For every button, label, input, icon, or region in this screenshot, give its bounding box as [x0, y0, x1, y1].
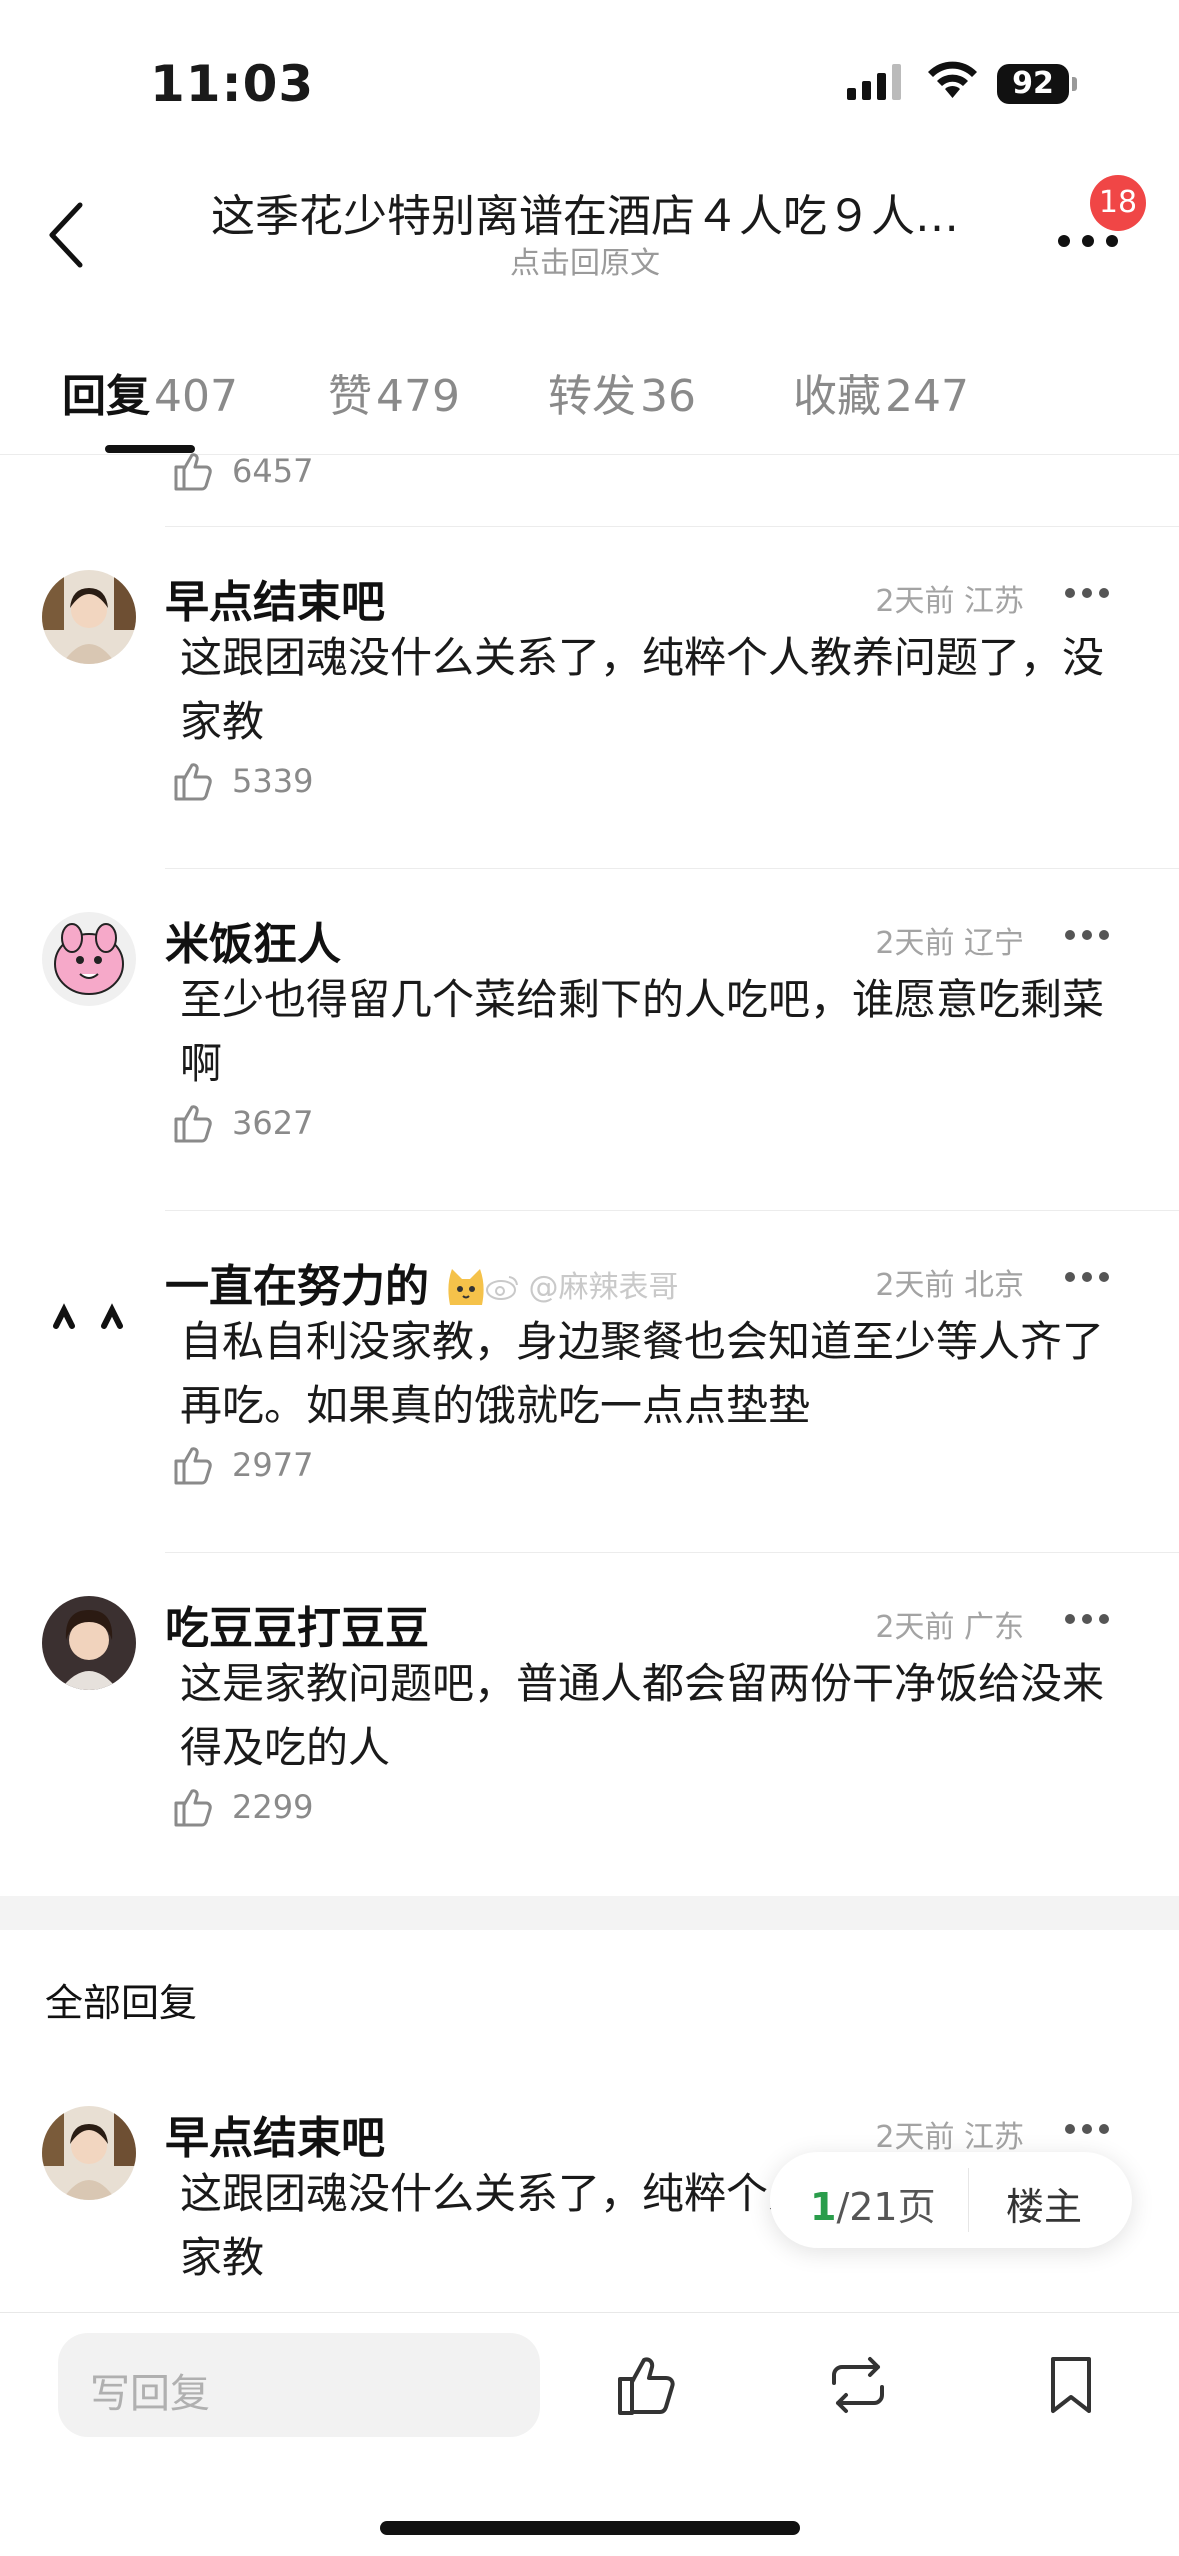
status-bar: 11:03 92 — [0, 0, 1179, 170]
comment-meta: 2天前 广东 — [875, 1610, 1024, 1645]
comment-username[interactable]: 一直在努力的 — [165, 1250, 488, 1314]
tab-bar: 回复407 赞479 转发36 收藏247 — [0, 340, 1179, 455]
comment-meta: 2天前 江苏 — [875, 584, 1024, 619]
comment-text: 这跟团魂没什么关系了，纯粹个人教养问题了，没家教 — [180, 633, 1105, 746]
battery-level: 92 — [997, 64, 1069, 104]
like-count: 2977 — [232, 1446, 314, 1484]
watermark: @麻辣表哥 — [485, 1262, 679, 1306]
comment-item: 吃豆豆打豆豆 2天前 广东 这是家教问题吧，普通人都会留两份干净饭给没来得及吃的… — [0, 1554, 1179, 1894]
thumbs-up-icon — [174, 1105, 212, 1143]
user-avatar[interactable] — [42, 912, 136, 1006]
thumbs-up-icon — [174, 453, 212, 491]
cat-emoji-icon — [448, 1269, 484, 1305]
post-title[interactable]: 这季花少特别离谱在酒店４人吃９人… — [170, 180, 1000, 244]
user-avatar[interactable] — [42, 570, 136, 664]
comment-meta: 2天前 辽宁 — [875, 926, 1024, 961]
home-indicator[interactable] — [380, 2521, 800, 2535]
like-count: 2299 — [232, 1788, 314, 1826]
battery-icon: 92 — [997, 64, 1077, 104]
comment-more-button[interactable] — [1065, 928, 1110, 942]
comment-text: 自私自利没家教，身边聚餐也会知道至少等人齐了再吃。如果真的饿就吃一点点垫垫 — [180, 1317, 1105, 1430]
comment-text: 这是家教问题吧，普通人都会留两份干净饭给没来得及吃的人 — [180, 1659, 1105, 1772]
tab-favorites[interactable]: 收藏247 — [793, 360, 969, 424]
tab-replies[interactable]: 回复407 — [62, 360, 238, 424]
comment-meta: 2天前 江苏 — [875, 2120, 1024, 2155]
wifi-icon — [928, 61, 977, 98]
bookmark-icon[interactable] — [1035, 2349, 1107, 2421]
comment-item: 米饭狂人 2天前 辽宁 至少也得留几个菜给剩下的人吃吧，谁愿意吃剩菜啊 3627 — [0, 870, 1179, 1210]
like-count: 3627 — [232, 1104, 314, 1142]
back-to-original-link[interactable]: 点击回原文 — [170, 238, 1000, 282]
notification-badge: 18 — [1090, 175, 1146, 231]
like-count: 5339 — [232, 762, 314, 800]
like-button[interactable]: 2977 — [170, 1440, 313, 1490]
thumbs-up-icon — [174, 1447, 212, 1485]
comment-item: 早点结束吧 2天前 江苏 这跟团魂没什么关系了，纯粹个人教养问题了，没家教 53… — [0, 528, 1179, 868]
comment-username[interactable]: 米饭狂人 — [165, 908, 341, 972]
like-button[interactable]: 6457 — [170, 446, 313, 496]
user-avatar[interactable] — [42, 2106, 136, 2200]
comment-more-button[interactable] — [1065, 1270, 1110, 1284]
user-avatar[interactable] — [42, 1596, 136, 1690]
like-button[interactable]: 2299 — [170, 1782, 313, 1832]
repost-icon[interactable] — [822, 2349, 894, 2421]
all-replies-heading: 全部回复 — [45, 1981, 198, 2025]
page-navigator[interactable]: 1/21页 楼主 — [770, 2152, 1132, 2248]
status-time: 11:03 — [150, 55, 315, 113]
comment-username[interactable]: 早点结束吧 — [165, 2102, 385, 2166]
section-separator — [0, 1896, 1179, 1930]
like-button[interactable]: 5339 — [170, 756, 313, 806]
thumbs-up-icon — [174, 1789, 212, 1827]
bottom-action-bar: 写回复 — [0, 2312, 1179, 2556]
reply-input[interactable]: 写回复 — [58, 2333, 540, 2437]
comment-more-button[interactable] — [1065, 586, 1110, 600]
tab-likes[interactable]: 赞479 — [328, 360, 460, 424]
user-avatar[interactable] — [42, 1254, 136, 1348]
comment-text: 至少也得留几个菜给剩下的人吃吧，谁愿意吃剩菜啊 — [180, 975, 1105, 1088]
back-arrow-icon[interactable] — [40, 195, 100, 275]
comment-more-button[interactable] — [1065, 1612, 1110, 1626]
comment-username[interactable]: 早点结束吧 — [165, 566, 385, 630]
op-only-button[interactable]: 楼主 — [1006, 2176, 1082, 2231]
nav-header: 这季花少特别离谱在酒店４人吃９人… 点击回原文 18 — [0, 170, 1179, 320]
cellular-signal-icon — [847, 64, 901, 100]
comment-more-button[interactable] — [1065, 2122, 1110, 2136]
like-button[interactable]: 3627 — [170, 1098, 313, 1148]
comment-meta: 2天前 北京 — [875, 1268, 1024, 1303]
like-count: 6457 — [232, 452, 314, 490]
tab-reposts[interactable]: 转发36 — [548, 360, 696, 424]
comment-username[interactable]: 吃豆豆打豆豆 — [165, 1592, 429, 1656]
page-indicator[interactable]: 1/21页 — [810, 2176, 936, 2231]
thumbs-up-icon — [174, 763, 212, 801]
weibo-logo-icon — [486, 1276, 518, 1300]
like-post-icon[interactable] — [612, 2349, 684, 2421]
